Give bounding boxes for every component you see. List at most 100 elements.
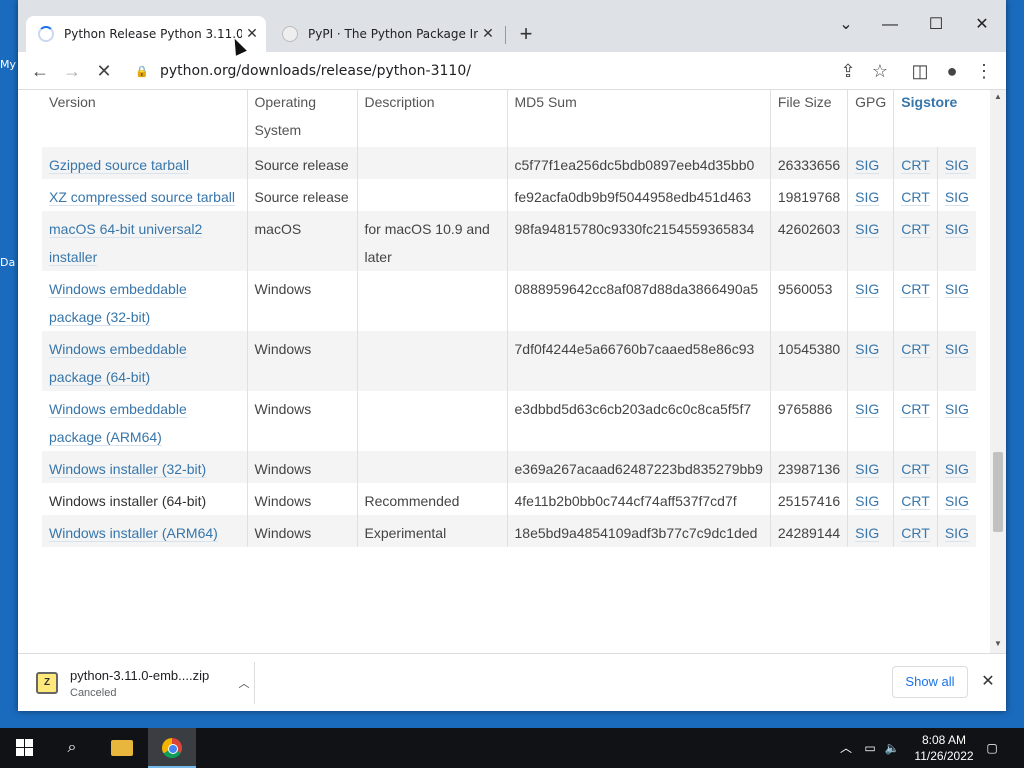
- download-link[interactable]: macOS 64-bit universal2 installer: [49, 221, 203, 266]
- chrome-taskbar-icon[interactable]: [148, 728, 196, 768]
- sigstore-sig-link[interactable]: SIG: [944, 157, 969, 174]
- sigstore-sig-link[interactable]: SIG: [944, 281, 969, 298]
- address-bar[interactable]: 🔒 python.org/downloads/release/python-31…: [132, 57, 852, 85]
- gpg-sig-link[interactable]: SIG: [855, 401, 880, 418]
- sigstore-sig-cell: SIG: [937, 147, 976, 179]
- download-cell: Windows embeddable package (32-bit): [42, 271, 248, 331]
- network-icon[interactable]: ▭: [860, 728, 880, 768]
- os-cell-cell: Windows: [247, 483, 358, 515]
- os-cell-cell: Windows: [247, 451, 358, 483]
- sigstore-crt-link[interactable]: CRT: [901, 401, 930, 418]
- sigstore-crt-link[interactable]: CRT: [901, 461, 930, 478]
- sigstore-sig-link[interactable]: SIG: [944, 401, 969, 418]
- sigstore-sig-link[interactable]: SIG: [944, 493, 969, 510]
- gpg-sig-link[interactable]: SIG: [855, 189, 880, 206]
- gpg-sig-link[interactable]: SIG: [855, 525, 880, 542]
- col-header-sigstore[interactable]: Sigstore: [894, 90, 976, 147]
- file-size-cell: 42602603: [777, 221, 841, 237]
- sigstore-crt-link[interactable]: CRT: [901, 493, 930, 510]
- file-size-cell-cell: 9560053: [770, 271, 849, 331]
- back-arrow-icon[interactable]: ←: [26, 58, 54, 84]
- download-link[interactable]: Windows embeddable package (ARM64): [49, 401, 187, 446]
- download-status: Canceled: [70, 686, 117, 699]
- tab-close-icon[interactable]: ✕: [478, 26, 498, 42]
- scrollbar-thumb[interactable]: [993, 452, 1003, 532]
- download-link[interactable]: Windows installer (ARM64): [49, 525, 218, 542]
- tab-close-icon[interactable]: ✕: [242, 26, 262, 42]
- tab-pypi[interactable]: PyPI · The Python Package Index ✕: [270, 16, 502, 52]
- sigstore-sig-cell: SIG: [937, 451, 976, 483]
- forward-arrow-icon[interactable]: →: [58, 58, 86, 84]
- release-files-table: Version Operating System Description MD5…: [42, 90, 976, 547]
- sigstore-crt-link[interactable]: CRT: [901, 341, 930, 358]
- file-size-cell-cell: 9765886: [770, 391, 849, 451]
- tab-search-button[interactable]: ⌄: [826, 10, 866, 40]
- download-link[interactable]: Windows embeddable package (32-bit): [49, 281, 187, 326]
- sigstore-sig-link[interactable]: SIG: [944, 525, 969, 542]
- sigstore-crt-link[interactable]: CRT: [901, 189, 930, 206]
- side-panel-icon[interactable]: ◫: [906, 58, 934, 84]
- os-cell-cell: Windows: [247, 271, 358, 331]
- chevron-up-icon[interactable]: ︿: [234, 675, 254, 691]
- notifications-icon[interactable]: ▢: [980, 728, 1004, 768]
- close-downloads-bar-icon[interactable]: ✕: [976, 670, 1000, 694]
- gpg-sig-link[interactable]: SIG: [855, 157, 880, 174]
- tab-python-release[interactable]: Python Release Python 3.11.0 | Python.or…: [26, 16, 266, 52]
- windows-logo-icon: [15, 739, 33, 757]
- gpg-sig-link[interactable]: SIG: [855, 493, 880, 510]
- sigstore-link[interactable]: Sigstore: [901, 94, 957, 110]
- maximize-button[interactable]: ☐: [916, 10, 956, 40]
- volume-icon[interactable]: 🔈: [882, 728, 902, 768]
- file-size-cell-cell: 26333656: [770, 147, 849, 179]
- gpg-sig-link[interactable]: SIG: [855, 461, 880, 478]
- gpg-sig-cell: SIG: [847, 483, 895, 515]
- sigstore-sig-link[interactable]: SIG: [944, 189, 969, 206]
- sigstore-crt-cell: CRT: [893, 451, 938, 483]
- close-window-button[interactable]: ✕: [962, 10, 1002, 40]
- menu-dots-icon[interactable]: ⋮: [970, 58, 998, 84]
- sigstore-sig-link[interactable]: SIG: [944, 461, 969, 478]
- page-scrollbar[interactable]: ▲ ▼: [990, 90, 1006, 653]
- bookmark-star-icon[interactable]: ☆: [866, 58, 894, 84]
- download-link[interactable]: XZ compressed source tarball: [49, 189, 235, 206]
- file-size-cell: 24289144: [777, 525, 841, 541]
- os-cell-cell: Source release: [247, 179, 358, 211]
- search-icon[interactable]: ⌕: [48, 728, 96, 768]
- clock-date: 11/26/2022: [914, 749, 974, 763]
- share-icon[interactable]: ⇪: [834, 58, 862, 84]
- os-cell: Windows: [254, 493, 312, 509]
- sigstore-sig-link[interactable]: SIG: [944, 341, 969, 358]
- os-cell: Source release: [254, 189, 349, 205]
- download-item[interactable]: Z python-3.11.0-emb....zip Canceled ︿: [30, 662, 255, 704]
- sigstore-crt-link[interactable]: CRT: [901, 221, 930, 238]
- tab-title: PyPI · The Python Package Index: [308, 27, 478, 41]
- sigstore-crt-link[interactable]: CRT: [901, 281, 930, 298]
- md5-cell: fe92acfa0db9b9f5044958edb451d463: [514, 189, 752, 205]
- download-link[interactable]: Windows installer (32-bit): [49, 461, 207, 478]
- scroll-down-arrow-icon[interactable]: ▼: [990, 639, 1006, 648]
- stop-loading-icon[interactable]: ✕: [90, 58, 118, 84]
- gpg-sig-link[interactable]: SIG: [855, 281, 880, 298]
- show-all-button[interactable]: Show all: [892, 666, 968, 698]
- minimize-button[interactable]: —: [870, 10, 910, 40]
- gpg-sig-link[interactable]: SIG: [855, 341, 880, 358]
- sigstore-sig-link[interactable]: SIG: [944, 221, 969, 238]
- new-tab-button[interactable]: +: [514, 22, 538, 46]
- description-cell-cell: [357, 179, 508, 211]
- show-hidden-icons-icon[interactable]: ︿: [836, 728, 856, 768]
- description-cell: for macOS 10.9 and later: [364, 221, 490, 265]
- gpg-sig-link[interactable]: SIG: [855, 221, 880, 238]
- gpg-sig-cell: SIG: [847, 451, 895, 483]
- download-link[interactable]: Gzipped source tarball: [49, 157, 190, 174]
- file-explorer-icon[interactable]: [98, 728, 146, 768]
- download-link[interactable]: Windows embeddable package (64-bit): [49, 341, 187, 386]
- scroll-up-arrow-icon[interactable]: ▲: [990, 92, 1006, 101]
- desktop-icon-label: My: [0, 58, 17, 71]
- os-cell-cell: Source release: [247, 147, 358, 179]
- system-clock[interactable]: 8:08 AM 11/26/2022: [904, 732, 984, 764]
- sigstore-crt-link[interactable]: CRT: [901, 157, 930, 174]
- md5-cell-cell: c5f77f1ea256dc5bdb0897eeb4d35bb0: [507, 147, 771, 179]
- sigstore-crt-link[interactable]: CRT: [901, 525, 930, 542]
- profile-avatar-icon[interactable]: ●: [938, 58, 966, 84]
- start-button[interactable]: [0, 728, 48, 768]
